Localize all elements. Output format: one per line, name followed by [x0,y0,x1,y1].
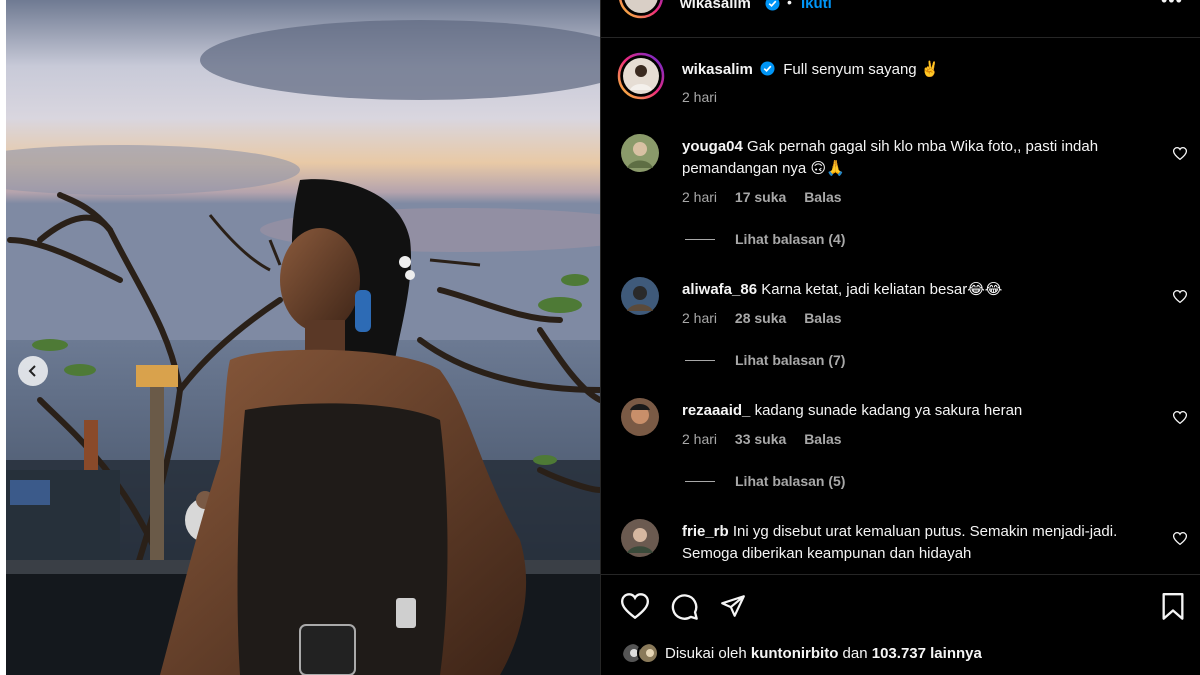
view-replies-label: Lihat balasan (4) [735,231,846,247]
caption-timestamp[interactable]: 2 hari [682,89,717,105]
comment-button[interactable] [671,593,699,626]
post-actions: Disukai oleh kuntonirbito dan 103.737 la… [601,574,1200,675]
comment-meta: 2 hari 28 suka Balas [682,310,856,326]
comment-item: frie_rb Ini yg disebut urat kemaluan put… [601,519,1200,574]
verified-badge-icon [760,61,775,82]
comment-body: frie_rb Ini yg disebut urat kemaluan put… [682,521,1147,565]
caption-text-line: wikasalim Full senyum sayang ✌️ [682,60,939,82]
commenter-avatar[interactable] [621,519,659,557]
verified-badge-icon [765,0,780,16]
more-options-button[interactable]: ••• [1161,0,1183,11]
comment-text: Ini yg disebut urat kemaluan putus. Sema… [682,523,1118,562]
post-panel: wikasalim • Ikuti ••• wikasalim Full sen… [600,0,1200,675]
author-avatar[interactable] [617,0,665,20]
carousel-prev-button[interactable] [18,356,48,386]
like-button[interactable] [620,593,650,624]
caption-body: Full senyum sayang ✌️ [783,61,940,78]
replies-divider [685,238,715,240]
chevron-left-icon [27,365,39,377]
comment-body: aliwafa_86 Karna ketat, jadi keliatan be… [682,279,1147,301]
comment-like-button[interactable] [1172,532,1188,550]
likes-summary: Disukai oleh kuntonirbito dan 103.737 la… [621,642,982,664]
reply-button[interactable]: Balas [804,431,841,447]
commenter-username[interactable]: youga04 [682,138,743,155]
view-replies-label: Lihat balasan (7) [735,352,846,368]
photo-edge [0,0,6,675]
reply-button[interactable]: Balas [804,189,841,205]
heart-icon [1172,411,1188,428]
send-icon [720,595,746,623]
follow-button[interactable]: Ikuti [801,0,832,12]
author-username[interactable]: wikasalim [680,0,751,12]
commenter-username[interactable]: frie_rb [682,523,729,540]
view-replies-button[interactable]: Lihat balasan (5) [685,473,845,489]
comment-icon [671,594,699,625]
commenter-username[interactable]: aliwafa_86 [682,281,757,298]
comment-timestamp[interactable]: 2 hari [682,431,717,447]
likes-count-button[interactable]: 103.737 lainnya [872,645,982,662]
likes-joiner: dan [842,644,868,662]
heart-icon [1172,532,1188,549]
replies-divider [685,480,715,482]
comment-like-count[interactable]: 28 suka [735,310,786,326]
separator-dot: • [787,0,792,10]
liker-username[interactable]: kuntonirbito [751,645,838,662]
caption-avatar[interactable] [617,52,665,105]
heart-icon [1172,147,1188,164]
post-photo [0,0,600,675]
reply-button[interactable]: Balas [804,310,841,326]
comment-like-count[interactable]: 33 suka [735,431,786,447]
comment-timestamp[interactable]: 2 hari [682,189,717,205]
liker-avatar[interactable] [637,642,659,664]
bookmark-icon [1161,593,1185,625]
replies-divider [685,359,715,361]
caption-username[interactable]: wikasalim [682,61,753,78]
comment-meta: 2 hari 17 suka Balas [682,189,856,205]
commenter-username[interactable]: rezaaaid_ [682,402,750,419]
comment-body: youga04 Gak pernah gagal sih klo mba Wik… [682,136,1147,180]
commenter-avatar[interactable] [621,277,659,315]
view-replies-button[interactable]: Lihat balasan (7) [685,352,845,368]
view-replies-button[interactable]: Lihat balasan (4) [685,231,845,247]
post-header: wikasalim • Ikuti ••• [601,0,1200,38]
comment-like-count[interactable]: 17 suka [735,189,786,205]
share-button[interactable] [720,593,746,624]
view-replies-label: Lihat balasan (5) [735,473,846,489]
comment-like-button[interactable] [1172,290,1188,308]
comment-text: kadang sunade kadang ya sakura heran [754,402,1023,419]
comment-text: Karna ketat, jadi keliatan besar😂😂 [761,281,1003,298]
commenter-avatar[interactable] [621,134,659,172]
heart-icon [620,593,650,623]
heart-icon [1172,290,1188,307]
commenter-avatar[interactable] [621,398,659,436]
comment-like-button[interactable] [1172,147,1188,165]
likes-text: Disukai oleh kuntonirbito dan 103.737 la… [665,645,982,662]
comment-text: Gak pernah gagal sih klo mba Wika foto,,… [682,138,1099,177]
likes-prefix: Disukai oleh [665,644,747,662]
comment-meta: 2 hari 33 suka Balas [682,431,856,447]
save-button[interactable] [1161,593,1185,626]
comment-body: rezaaaid_ kadang sunade kadang ya sakura… [682,400,1147,422]
photo-image [0,0,600,675]
comment-like-button[interactable] [1172,411,1188,429]
comment-timestamp[interactable]: 2 hari [682,310,717,326]
